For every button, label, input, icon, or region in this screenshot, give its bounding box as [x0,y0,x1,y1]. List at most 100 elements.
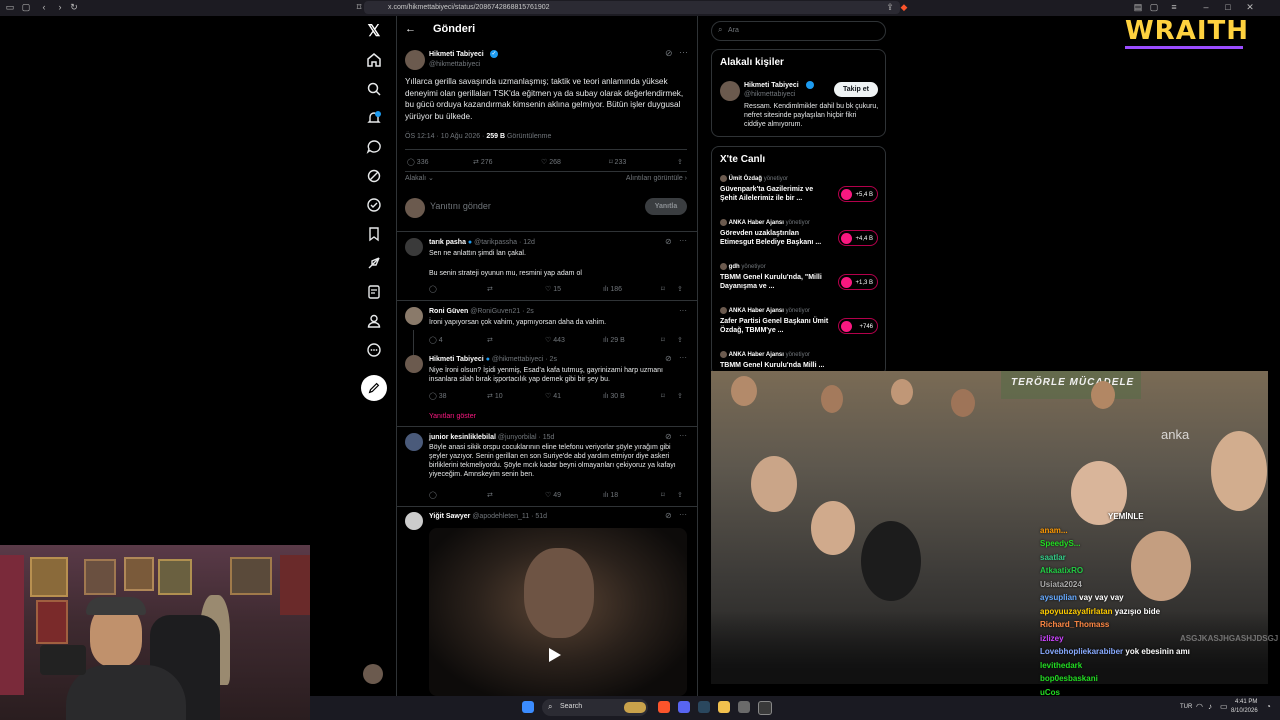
reply-handle[interactable]: @tarikpassha · 12d [474,239,535,246]
account-avatar[interactable] [363,664,383,684]
premium-icon[interactable] [366,197,382,213]
live-item[interactable]: gdh yönetiyor TBMM Genel Kurulu'nda, "Mil… [720,263,880,303]
sort-dropdown[interactable]: Alakalı ⌄ [405,174,434,183]
clock-time[interactable]: 4:41 PM [1235,699,1257,705]
share-action-icon[interactable]: ⇪ [677,336,683,345]
chat-username[interactable]: AtkaatixRO [1040,566,1083,575]
reply-item[interactable]: Hikmeti Tabiyeci ● @hikmettabiyeci · 2s … [397,353,697,413]
grok-explain-icon[interactable]: ⊘ [665,354,672,363]
main-tweet-handle[interactable]: @hikmettabiyeci [429,60,480,69]
reply-item[interactable]: tarık pasha ● @tarikpassha · 12d ⊘ ··· S… [397,234,697,298]
rocket-icon[interactable] [366,255,382,271]
bookmark-outline-icon[interactable]: ⌑ [661,491,665,500]
bookmarks-icon[interactable] [366,226,382,242]
live-item[interactable]: ANKA Haber Ajansı yönetiyor Görevden uzak… [720,219,880,259]
chat-username[interactable]: Richard_Thomass [1040,620,1109,629]
minimize-icon[interactable]: – [1200,2,1212,12]
forward-icon[interactable]: › [54,2,66,12]
show-replies-link[interactable]: Yanıtları göster [429,412,476,421]
like-action[interactable]: ♡ 15 [545,285,561,294]
reply-action[interactable]: ◯ 4 [429,336,443,345]
reply-avatar[interactable] [405,433,423,451]
like-action[interactable]: ♡ 49 [545,491,561,500]
bookmark-outline-icon[interactable]: ⌑ [661,392,665,401]
tweet-more-icon[interactable]: ··· [679,431,687,440]
live-item[interactable]: Ümit Özdağ yönetiyor Güvenpark'ta Gaziler… [720,175,880,215]
bookmark-action[interactable]: ⌑ 233 [609,158,626,167]
back-icon[interactable]: ‹ [38,2,50,12]
reply-author[interactable]: Yiğit Sawyer [429,513,470,520]
tweet-time[interactable]: ÖS 12:14 · 10 Ağu 2026 · [405,133,484,140]
main-tweet-avatar[interactable] [405,50,425,70]
retweet-icon[interactable]: ⇄ [487,336,493,345]
discord-icon[interactable] [678,701,690,713]
file-explorer-icon[interactable] [718,701,730,713]
address-bar[interactable]: x.com/hikmettabiyeci/status/208674286881… [364,1,900,14]
chat-username[interactable]: SpeedyS... [1040,539,1080,548]
share-action-icon[interactable]: ⇪ [677,158,683,167]
like-action[interactable]: ♡ 443 [545,336,565,345]
reply-video[interactable] [429,528,687,696]
views-action[interactable]: ılı 186 [603,285,622,294]
related-handle[interactable]: @hikmettabiyeci [744,90,795,99]
retweet-action[interactable]: ⇄ 10 [487,392,503,401]
live-listener-badge[interactable]: +5,4 B [838,186,878,202]
reply-item[interactable]: junior kesinliklebilal @junyorbilal · 15… [397,430,697,504]
tweet-more-icon[interactable]: ··· [679,236,687,245]
follow-button[interactable]: Takip et [834,82,878,97]
reply-avatar[interactable] [405,512,423,530]
chat-username[interactable]: levithedark [1040,661,1082,670]
x-logo-icon[interactable]: 𝕏 [366,24,382,40]
search-box[interactable]: ⌕ Ara [711,21,886,41]
reply-avatar[interactable] [405,355,423,373]
reply-icon[interactable]: ◯ [429,491,437,500]
chat-username[interactable]: Lovebhopliekarabiber [1040,647,1123,656]
grok-icon[interactable] [366,168,382,184]
share-action-icon[interactable]: ⇪ [677,392,683,401]
chat-username[interactable]: apoyuuzayafirlatan [1040,607,1112,616]
profile-icon[interactable] [366,313,382,329]
windows-start-icon[interactable] [522,701,534,713]
live-listener-badge[interactable]: +746 [838,318,878,334]
clock-date[interactable]: 8/10/2026 [1231,708,1258,714]
messages-icon[interactable] [366,139,382,155]
play-icon[interactable] [549,648,561,662]
reply-author[interactable]: Roni Güven [429,308,468,315]
tweet-more-icon[interactable]: ··· [679,353,687,362]
wallet-icon[interactable]: ▢ [1148,2,1160,13]
tweet-more-icon[interactable]: ··· [679,306,687,315]
views-action[interactable]: ılı 29 B [603,336,625,345]
related-name[interactable]: Hikmeti Tabiyeci [744,81,799,90]
retweet-icon[interactable]: ⇄ [487,285,493,294]
share-action-icon[interactable]: ⇪ [677,285,683,294]
reply-handle[interactable]: @apodehleten_11 · 51d [472,513,547,520]
back-arrow-icon[interactable]: ← [405,23,416,35]
live-item[interactable]: ANKA Haber Ajansı yönetiyor Zafer Partisi… [720,307,880,347]
grok-explain-icon[interactable]: ⊘ [665,511,672,520]
chat-username[interactable]: saatlar [1040,553,1066,562]
view-quotes-link[interactable]: Alıntıları görüntüle › [626,174,687,183]
taskbar-search[interactable]: ⌕ Search [542,699,648,716]
reply-icon[interactable]: ◯ [429,285,437,294]
tweet-more-icon[interactable]: ··· [679,47,688,57]
volume-icon[interactable]: ♪ [1208,702,1212,711]
chat-username[interactable]: Usiata2024 [1040,580,1082,589]
extensions-icon[interactable]: ▤ [1132,2,1144,13]
retweet-icon[interactable]: ⇄ [487,491,493,500]
reply-action[interactable]: ◯ 336 [407,158,428,167]
bookmark-outline-icon[interactable]: ⌑ [661,336,665,345]
grok-explain-icon[interactable]: ⊘ [665,237,672,246]
brave-icon[interactable] [658,701,670,713]
related-avatar[interactable] [720,81,740,101]
like-action[interactable]: ♡ 41 [545,392,561,401]
grok-explain-icon[interactable]: ⊘ [665,432,672,441]
views-action[interactable]: ılı 30 B [603,392,625,401]
app-icon[interactable] [738,701,750,713]
share-action-icon[interactable]: ⇪ [677,491,683,500]
wifi-icon[interactable]: ◠ [1196,702,1203,711]
reply-item[interactable]: Roni Güven @RoniGuven21 · 2s ··· İroni y… [397,304,697,350]
maximize-icon[interactable]: □ [1222,2,1234,12]
chat-username[interactable]: izlizey [1040,634,1064,643]
reply-handle[interactable]: @RoniGuven21 · 2s [470,308,534,315]
close-window-icon[interactable]: ✕ [1244,2,1256,13]
